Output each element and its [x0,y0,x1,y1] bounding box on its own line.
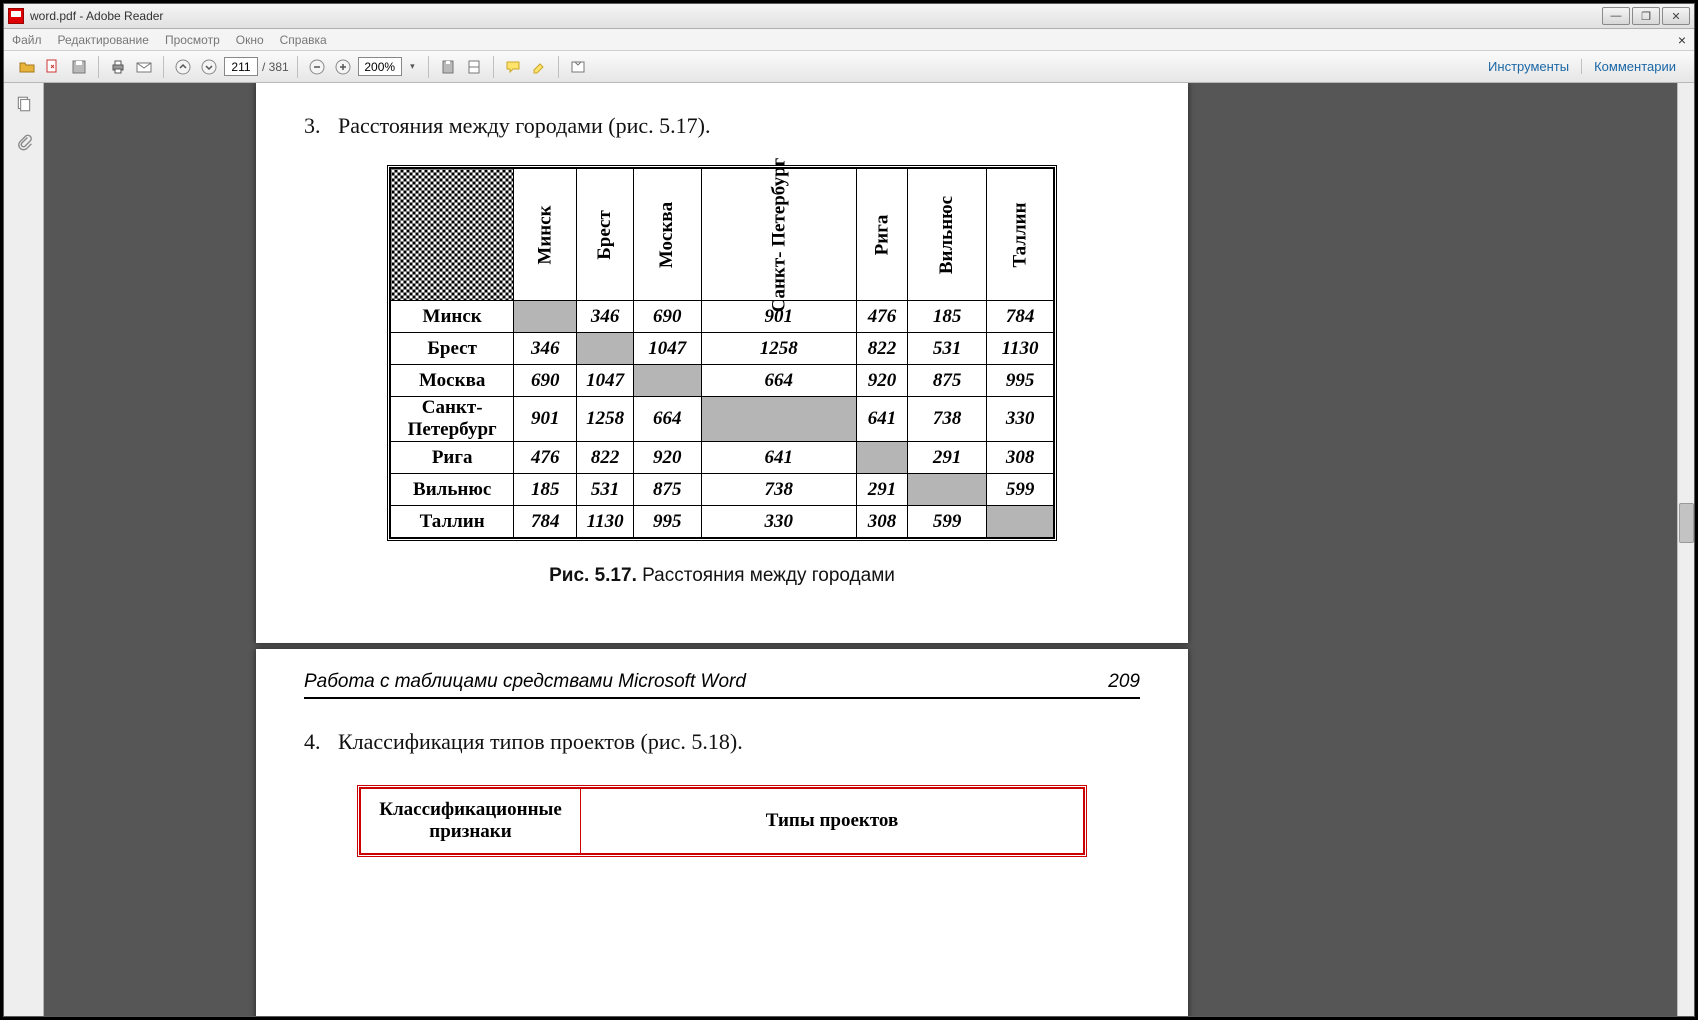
pdf-page: Работа с таблицами средствами Microsoft … [256,649,1188,1016]
table-header: Классификационные признаки [361,789,581,854]
list-item: 3.Расстояния между городами (рис. 5.17). [304,113,1140,139]
thumbnails-icon[interactable] [11,91,37,117]
page-total: / 381 [262,60,289,74]
menu-edit[interactable]: Редактирование [58,33,149,47]
save-icon[interactable] [68,56,90,78]
page-layout-icon[interactable] [463,56,485,78]
open-icon[interactable] [16,56,38,78]
zoom-out-icon[interactable] [306,56,328,78]
zoom-select[interactable]: 200% [358,57,402,76]
app-window: word.pdf - Adobe Reader — ❐ ✕ Файл Редак… [3,3,1695,1017]
app-icon [8,8,24,24]
scrollbar-thumb[interactable] [1679,503,1694,543]
vertical-scrollbar[interactable] [1677,83,1694,1016]
page-up-icon[interactable] [172,56,194,78]
highlight-icon[interactable] [528,56,550,78]
page-number: 209 [1108,671,1140,693]
close-doc-icon[interactable]: × [1678,32,1686,48]
page-down-icon[interactable] [198,56,220,78]
menu-window[interactable]: Окно [236,33,264,47]
attachments-icon[interactable] [11,129,37,155]
list-item: 4.Классификация типов проектов (рис. 5.1… [304,729,1140,755]
read-mode-icon[interactable] [567,56,589,78]
nav-sidebar [4,83,44,1016]
pdf-page: 3.Расстояния между городами (рис. 5.17).… [256,83,1188,643]
window-title: word.pdf - Adobe Reader [30,9,1602,23]
maximize-button[interactable]: ❐ [1632,7,1660,25]
export-icon[interactable] [42,56,64,78]
distance-table: МинскБрестМоскваСанкт- ПетербургРигаВиль… [387,165,1057,541]
figure-caption: Рис. 5.17. Расстояния между городами [304,565,1140,587]
minimize-button[interactable]: — [1602,7,1630,25]
titlebar: word.pdf - Adobe Reader — ❐ ✕ [4,4,1694,29]
save-copy-icon[interactable] [437,56,459,78]
table-header: Типы проектов [581,789,1084,854]
document-area: 3.Расстояния между городами (рис. 5.17).… [4,83,1694,1016]
menu-view[interactable]: Просмотр [165,33,220,47]
comment-icon[interactable] [502,56,524,78]
classification-table: Классификационные признаки Типы проектов [357,785,1087,857]
close-button[interactable]: ✕ [1662,7,1690,25]
toolbar: / 381 200% Инструменты Комментарии [4,51,1694,83]
window-buttons: — ❐ ✕ [1602,7,1690,25]
print-icon[interactable] [107,56,129,78]
menubar: Файл Редактирование Просмотр Окно Справк… [4,29,1694,51]
tools-panel-button[interactable]: Инструменты [1476,59,1581,74]
zoom-in-icon[interactable] [332,56,354,78]
email-icon[interactable] [133,56,155,78]
running-head: Работа с таблицами средствами Microsoft … [304,671,1140,699]
menu-help[interactable]: Справка [280,33,327,47]
page-viewport[interactable]: 3.Расстояния между городами (рис. 5.17).… [44,83,1694,1016]
menu-file[interactable]: Файл [12,33,42,47]
page-input[interactable] [224,57,258,76]
comments-panel-button[interactable]: Комментарии [1581,59,1688,74]
